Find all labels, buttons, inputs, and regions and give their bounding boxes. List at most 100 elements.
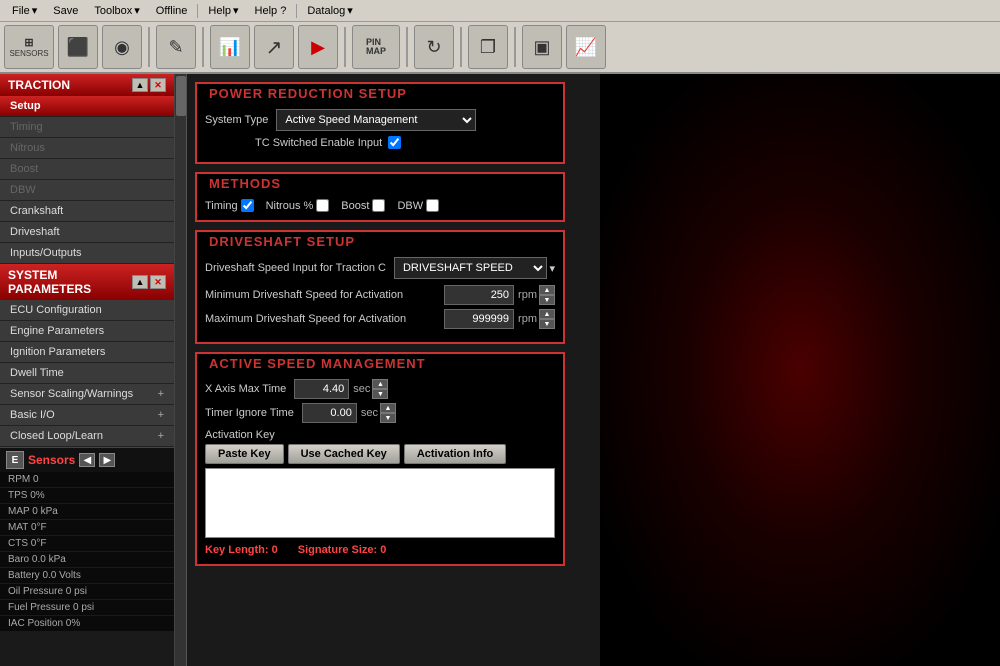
method-boost: Boost	[341, 199, 385, 212]
driveshaft-panel: DRIVESHAFT SETUP Driveshaft Speed Input …	[195, 230, 565, 344]
ds-min-speed-up[interactable]: ▲	[539, 285, 555, 295]
methods-panel: METHODS Timing Nitrous % Boost	[195, 172, 565, 222]
sensors-next-btn[interactable]: ▶	[99, 453, 115, 467]
chart-toolbar-btn[interactable]: 📈	[566, 25, 606, 69]
sidebar-item-closed-loop[interactable]: Closed Loop/Learn +	[0, 426, 174, 447]
system-type-row: System Type Active Speed Management Whee…	[205, 109, 555, 131]
method-timing: Timing	[205, 199, 254, 212]
gauge-toolbar-btn[interactable]: ◉	[102, 25, 142, 69]
toolbar-sep-2	[202, 27, 204, 67]
method-nitrous-checkbox[interactable]	[316, 199, 329, 212]
x-axis-down[interactable]: ▼	[372, 389, 388, 399]
tc-switched-checkbox[interactable]	[388, 136, 401, 149]
traction-title: TRACTION	[8, 78, 70, 92]
main-layout: TRACTION ▲ ✕ Setup Timing Nitrous Boost …	[0, 74, 1000, 666]
key-footer: Key Length: 0 Signature Size: 0	[205, 544, 555, 556]
ds-max-speed-input[interactable]	[444, 309, 514, 329]
menu-datalog[interactable]: Datalog ▾	[299, 2, 360, 19]
sidebar-item-dbw[interactable]: DBW	[0, 180, 174, 201]
sensors-toolbar-btn[interactable]: ⊞ SENSORS	[4, 25, 54, 69]
method-dbw-checkbox[interactable]	[426, 199, 439, 212]
traction-close-btn[interactable]: ✕	[150, 78, 166, 92]
sidebar-item-nitrous[interactable]: Nitrous	[0, 138, 174, 159]
key-length-stat: Key Length: 0	[205, 544, 278, 556]
ecu-toolbar-btn[interactable]: ⬛	[58, 25, 98, 69]
sidebar-item-inputs-outputs[interactable]: Inputs/Outputs	[0, 243, 174, 264]
paste-key-button[interactable]: Paste Key	[205, 444, 284, 464]
x-axis-spinner: sec ▲ ▼	[294, 379, 388, 399]
method-dbw: DBW	[397, 199, 439, 212]
menu-help[interactable]: Help ▾	[200, 2, 246, 19]
timer-ignore-down[interactable]: ▼	[380, 413, 396, 423]
toolbar-sep-6	[514, 27, 516, 67]
sidebar-item-ignition-params[interactable]: Ignition Parameters	[0, 342, 174, 363]
sidebar-item-timing[interactable]: Timing	[0, 117, 174, 138]
method-boost-checkbox[interactable]	[372, 199, 385, 212]
ds-max-speed-up[interactable]: ▲	[539, 309, 555, 319]
pencil-icon: ✎	[168, 37, 183, 58]
sidebar-item-setup[interactable]: Setup	[0, 96, 174, 117]
sidebar-item-crankshaft[interactable]: Crankshaft	[0, 201, 174, 222]
menu-toolbox[interactable]: Toolbox ▾	[86, 2, 147, 19]
sidebar-item-driveshaft[interactable]: Driveshaft	[0, 222, 174, 243]
x-axis-label: X Axis Max Time	[205, 383, 286, 395]
sensor-map: MAP 0 kPa	[0, 504, 174, 520]
tc-switched-label: TC Switched Enable Input	[255, 137, 382, 149]
sidebar-scrollbar[interactable]	[175, 74, 187, 666]
triangle-toolbar-btn[interactable]: ▶	[298, 25, 338, 69]
pinmap-toolbar-btn[interactable]: PINMAP	[352, 25, 400, 69]
display-icon: ▣	[533, 37, 550, 58]
ds-min-speed-btns: ▲ ▼	[539, 285, 555, 305]
display-toolbar-btn[interactable]: ▣	[522, 25, 562, 69]
menu-file[interactable]: File ▾	[4, 2, 45, 19]
refresh-icon: ↻	[426, 37, 441, 58]
ds-min-speed-unit: rpm	[518, 289, 537, 301]
toolbar-sep-3	[344, 27, 346, 67]
traction-collapse-btn[interactable]: ▲	[132, 78, 148, 92]
sensors-e-btn[interactable]: E	[6, 451, 24, 469]
sensors-prev-btn[interactable]: ◀	[79, 453, 95, 467]
menu-save[interactable]: Save	[45, 3, 86, 19]
timer-ignore-unit: sec	[361, 407, 378, 419]
x-axis-input[interactable]	[294, 379, 349, 399]
x-axis-up[interactable]: ▲	[372, 379, 388, 389]
copy-toolbar-btn[interactable]: ❐	[468, 25, 508, 69]
activation-key-textarea[interactable]	[205, 468, 555, 538]
use-cached-key-button[interactable]: Use Cached Key	[288, 444, 400, 464]
ecu-icon: ⬛	[67, 37, 89, 58]
system-params-close-btn[interactable]: ✕	[150, 275, 166, 289]
method-timing-checkbox[interactable]	[241, 199, 254, 212]
sensor-iac: IAC Position 0%	[0, 616, 174, 632]
driveshaft-title: DRIVESHAFT SETUP	[205, 234, 359, 249]
sidebar-item-sensor-scaling[interactable]: Sensor Scaling/Warnings +	[0, 384, 174, 405]
pencil-toolbar-btn[interactable]: ✎	[156, 25, 196, 69]
sensor-mat: MAT 0°F	[0, 520, 174, 536]
ds-min-speed-down[interactable]: ▼	[539, 295, 555, 305]
sidebar-item-engine-params[interactable]: Engine Parameters	[0, 321, 174, 342]
toolbar: ⊞ SENSORS ⬛ ◉ ✎ 📊 ↗ ▶ PINMAP ↻ ❐ ▣ 📈	[0, 22, 1000, 74]
cursor-toolbar-btn[interactable]: ↗	[254, 25, 294, 69]
sensor-oil-pressure: Oil Pressure 0 psi	[0, 584, 174, 600]
ds-input-select[interactable]: DRIVESHAFT SPEED WHEEL SPEED 1 WHEEL SPE…	[394, 257, 547, 279]
cursor-icon: ↗	[266, 35, 283, 60]
toolbar-sep-5	[460, 27, 462, 67]
triangle-icon: ▶	[311, 37, 325, 58]
ds-min-speed-input[interactable]	[444, 285, 514, 305]
activation-info-button[interactable]: Activation Info	[404, 444, 506, 464]
sidebar-item-boost[interactable]: Boost	[0, 159, 174, 180]
refresh-toolbar-btn[interactable]: ↻	[414, 25, 454, 69]
system-type-select[interactable]: Active Speed Management Wheel Slip Timer…	[276, 109, 476, 131]
timer-ignore-up[interactable]: ▲	[380, 403, 396, 413]
asm-title: ACTIVE SPEED MANAGEMENT	[205, 356, 430, 371]
graph-toolbar-btn[interactable]: 📊	[210, 25, 250, 69]
system-params-collapse-btn[interactable]: ▲	[132, 275, 148, 289]
ds-max-speed-btns: ▲ ▼	[539, 309, 555, 329]
menu-offline[interactable]: Offline	[148, 3, 196, 19]
sensor-battery: Battery 0.0 Volts	[0, 568, 174, 584]
timer-ignore-input[interactable]	[302, 403, 357, 423]
sidebar-item-basic-io[interactable]: Basic I/O +	[0, 405, 174, 426]
ds-max-speed-down[interactable]: ▼	[539, 319, 555, 329]
sidebar-item-dwell-time[interactable]: Dwell Time	[0, 363, 174, 384]
menu-help-q[interactable]: Help ?	[247, 3, 295, 19]
sidebar-item-ecu-config[interactable]: ECU Configuration	[0, 300, 174, 321]
